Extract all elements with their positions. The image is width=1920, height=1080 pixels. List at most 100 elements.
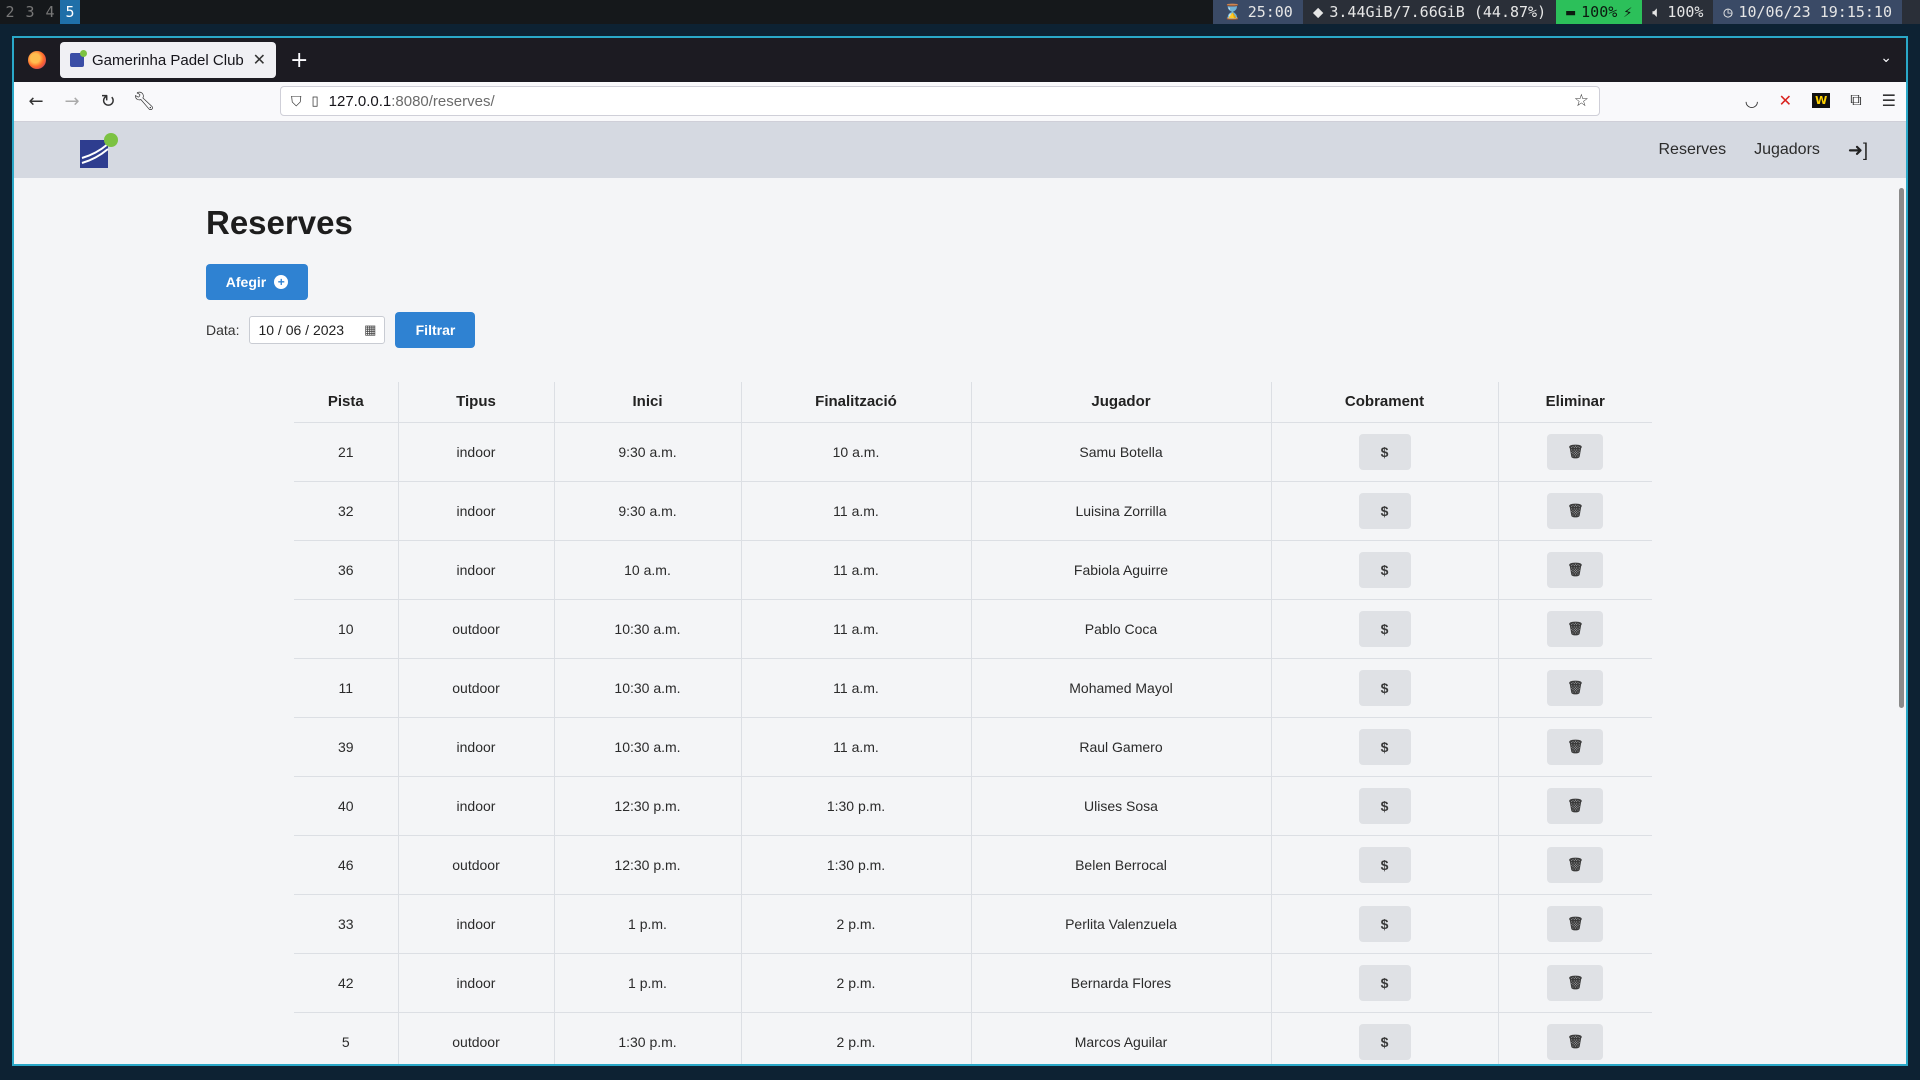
- url-bar[interactable]: ⛉ ▯ 127.0.0.1:8080/reserves/ ☆: [280, 86, 1600, 116]
- charge-button[interactable]: $: [1358, 433, 1411, 470]
- delete-button[interactable]: 🗑︎: [1547, 433, 1604, 470]
- delete-button[interactable]: 🗑︎: [1547, 846, 1604, 883]
- add-reservation-button[interactable]: Afegir +: [206, 264, 308, 300]
- shield-icon[interactable]: ⛉: [291, 93, 302, 110]
- charge-button[interactable]: $: [1358, 1023, 1411, 1060]
- charge-button[interactable]: $: [1358, 846, 1411, 883]
- cell-pista: 46: [294, 835, 398, 895]
- cell-tipus: indoor: [397, 894, 554, 954]
- workspace-3[interactable]: 3: [20, 0, 40, 24]
- filter-button[interactable]: Filtrar: [395, 312, 476, 348]
- table-row: 46 outdoor 12:30 p.m. 1:30 p.m. Belen Berroc…: [294, 835, 1652, 895]
- extension-w-icon[interactable]: W: [1812, 92, 1831, 108]
- table-row: 36 indoor 10 a.m. 11 a.m. Fabiola Aguirre $ 🗑︎: [294, 540, 1652, 600]
- cell-eliminar: 🗑︎: [1497, 776, 1652, 836]
- system-bar: 2 3 4 5 ⌛ 25:00 ⬥ 3.44GiB/7.66GiB (44.87…: [0, 0, 1920, 24]
- cell-cobrament: $: [1270, 422, 1498, 482]
- cell-inici: 10:30 a.m.: [553, 658, 741, 718]
- bookmark-star-icon[interactable]: ☆: [1574, 91, 1589, 111]
- delete-button[interactable]: 🗑︎: [1547, 492, 1604, 529]
- cell-jugador: Belen Berrocal: [970, 835, 1271, 895]
- workspace-5[interactable]: 5: [60, 0, 80, 24]
- charge-button[interactable]: $: [1358, 905, 1411, 942]
- delete-button[interactable]: 🗑︎: [1547, 964, 1604, 1001]
- logout-icon[interactable]: ➜]: [1848, 140, 1868, 161]
- club-logo-icon[interactable]: [78, 132, 118, 170]
- navigation-toolbar: ← → ↻ 🔧︎ ⛉ ▯ 127.0.0.1:8080/reserves/ ☆ …: [14, 82, 1906, 122]
- pocket-icon[interactable]: ◡: [1745, 91, 1759, 110]
- tab-list-chevron-icon[interactable]: ⌄: [1880, 50, 1892, 66]
- cell-cobrament: $: [1270, 481, 1498, 541]
- forward-button[interactable]: →: [54, 91, 90, 112]
- cell-jugador: Raul Gamero: [970, 717, 1271, 777]
- blocker-x-icon[interactable]: ✕: [1779, 91, 1792, 110]
- table-header-row: Pista Tipus Inici Finalització Jugador C…: [294, 382, 1652, 423]
- memory-text: 3.44GiB/7.66GiB (44.87%): [1329, 3, 1547, 21]
- delete-button[interactable]: 🗑︎: [1547, 787, 1604, 824]
- workspace-4[interactable]: 4: [40, 0, 60, 24]
- cell-pista: 21: [294, 422, 398, 482]
- cell-finalitzacio: 1:30 p.m.: [740, 776, 971, 836]
- cell-tipus: outdoor: [397, 658, 554, 718]
- nav-jugadors-link[interactable]: Jugadors: [1754, 141, 1820, 159]
- cell-pista: 10: [294, 599, 398, 659]
- delete-button[interactable]: 🗑︎: [1547, 1023, 1604, 1060]
- cell-cobrament: $: [1270, 658, 1498, 718]
- charge-button[interactable]: $: [1358, 551, 1411, 588]
- nav-reserves-link[interactable]: Reserves: [1659, 141, 1727, 159]
- page-scrollbar[interactable]: [1899, 188, 1904, 708]
- wrench-icon[interactable]: 🔧︎: [126, 91, 162, 112]
- cell-finalitzacio: 10 a.m.: [740, 422, 971, 482]
- cell-tipus: indoor: [397, 717, 554, 777]
- cell-inici: 9:30 a.m.: [553, 422, 741, 482]
- cell-jugador: Ulises Sosa: [970, 776, 1271, 836]
- tray-end: [1902, 0, 1920, 24]
- cell-tipus: indoor: [397, 776, 554, 836]
- cell-eliminar: 🗑︎: [1497, 422, 1652, 482]
- url-text[interactable]: 127.0.0.1:8080/reserves/: [329, 93, 495, 110]
- tab-bar: Gamerinha Padel Club ✕ + ⌄: [14, 38, 1906, 82]
- firefox-logo-icon[interactable]: [28, 51, 46, 69]
- cell-eliminar: 🗑︎: [1497, 1012, 1652, 1064]
- charge-button[interactable]: $: [1358, 787, 1411, 824]
- close-tab-icon[interactable]: ✕: [253, 50, 266, 70]
- extensions-puzzle-icon[interactable]: ⧉: [1850, 90, 1861, 110]
- cell-inici: 10 a.m.: [553, 540, 741, 600]
- charge-button[interactable]: $: [1358, 728, 1411, 765]
- delete-button[interactable]: 🗑︎: [1547, 551, 1604, 588]
- url-path: :8080/reserves/: [391, 92, 495, 110]
- cell-inici: 1 p.m.: [553, 894, 741, 954]
- table-row: 21 indoor 9:30 a.m. 10 a.m. Samu Botella $ 🗑︎: [294, 422, 1652, 482]
- cell-tipus: indoor: [397, 953, 554, 1013]
- memory-block: ⬥ 3.44GiB/7.66GiB (44.87%): [1302, 0, 1557, 24]
- clock-block: ◷ 10/06/23 19:15:10: [1713, 0, 1902, 24]
- trash-icon: 🗑︎: [1566, 443, 1584, 459]
- delete-button[interactable]: 🗑︎: [1547, 905, 1604, 942]
- reload-button[interactable]: ↻: [90, 91, 126, 112]
- timer-block: ⌛ 25:00: [1213, 0, 1303, 24]
- charge-button[interactable]: $: [1358, 610, 1411, 647]
- trash-icon: 🗑︎: [1566, 1033, 1584, 1049]
- workspace-2[interactable]: 2: [0, 0, 20, 24]
- charge-button[interactable]: $: [1358, 492, 1411, 529]
- cell-pista: 5: [294, 1012, 398, 1064]
- date-input[interactable]: 10 / 06 / 2023 ▦: [249, 316, 386, 344]
- cell-eliminar: 🗑︎: [1497, 717, 1652, 777]
- delete-button[interactable]: 🗑︎: [1547, 669, 1604, 706]
- menu-hamburger-icon[interactable]: ☰: [1882, 91, 1896, 110]
- calendar-icon[interactable]: ▦: [364, 322, 376, 338]
- delete-button[interactable]: 🗑︎: [1547, 610, 1604, 647]
- delete-button[interactable]: 🗑︎: [1547, 728, 1604, 765]
- cell-tipus: outdoor: [397, 599, 554, 659]
- back-button[interactable]: ←: [18, 91, 54, 112]
- app-header: Reserves Jugadors ➜]: [14, 122, 1906, 178]
- cell-cobrament: $: [1270, 776, 1498, 836]
- new-tab-button[interactable]: +: [290, 48, 308, 73]
- charge-button[interactable]: $: [1358, 669, 1411, 706]
- table-row: 32 indoor 9:30 a.m. 11 a.m. Luisina Zorrilla…: [294, 481, 1652, 541]
- table-row: 10 outdoor 10:30 a.m. 11 a.m. Pablo Coca $ 🗑︎: [294, 599, 1652, 659]
- cell-inici: 10:30 a.m.: [553, 717, 741, 777]
- charge-button[interactable]: $: [1358, 964, 1411, 1001]
- tab-active[interactable]: Gamerinha Padel Club ✕: [60, 42, 276, 78]
- cell-cobrament: $: [1270, 953, 1498, 1013]
